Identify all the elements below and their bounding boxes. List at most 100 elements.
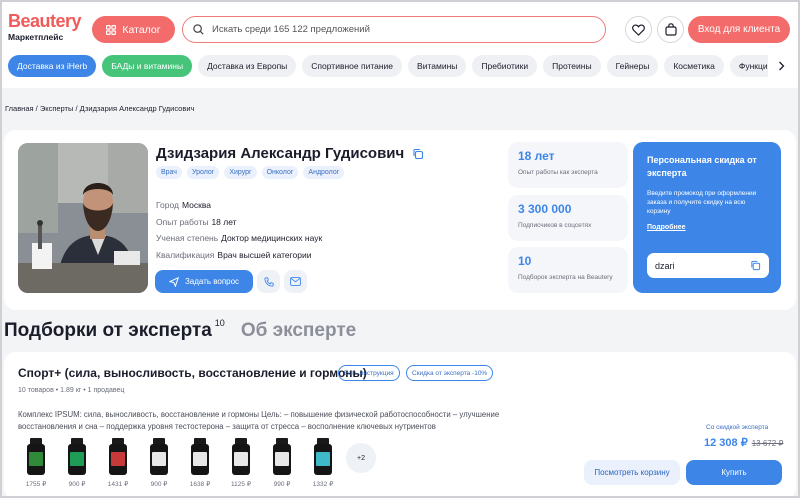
stat-number: 18 лет: [518, 149, 555, 163]
discount-label: Со скидкой эксперта: [706, 424, 769, 431]
copy-icon[interactable]: [412, 148, 424, 160]
stat-label: Опыт работы как эксперта: [518, 169, 598, 176]
detail-key: Город: [156, 200, 179, 210]
logo-name: Beautery: [8, 11, 82, 31]
product-bottle-image: [68, 438, 86, 475]
product-thumb[interactable]: 990 ₽: [268, 438, 296, 488]
stat-number: 3 300 000: [518, 202, 572, 216]
detail-row: Опыт работы 18 лет: [156, 214, 322, 231]
heart-icon: [632, 23, 645, 36]
product-price: 1755 ₽: [25, 481, 47, 488]
tab-about[interactable]: Об эксперте: [241, 320, 356, 342]
product-price: 900 ₽: [68, 481, 86, 488]
promo-code-field[interactable]: dzari: [647, 253, 769, 278]
send-icon: [168, 276, 179, 287]
detail-row: Ученая степень Доктор медицинских наук: [156, 230, 322, 247]
mail-icon: [290, 277, 301, 286]
product-price: 900 ₽: [150, 481, 168, 488]
promo-description: Введите промокод при оформлении заказа и…: [647, 190, 757, 215]
copy-icon[interactable]: [750, 260, 761, 271]
product-thumb[interactable]: 900 ₽: [145, 438, 173, 488]
product-bottle-image: [150, 438, 168, 475]
collection-card: Спорт+ (сила, выносливость, восстановлен…: [4, 352, 796, 498]
ask-question-button[interactable]: Задать вопрос: [155, 270, 253, 293]
category-chip[interactable]: Спортивное питание: [302, 55, 403, 77]
product-price: 1332 ₽: [312, 481, 334, 488]
expert-tag: Врач: [156, 166, 182, 179]
product-thumb[interactable]: 1332 ₽: [309, 438, 337, 488]
detail-value: 18 лет: [211, 216, 237, 227]
stat-collections: 10 Подборок эксперта на Beautery: [508, 247, 628, 293]
grid-icon: [106, 24, 117, 35]
stat-label: Подписчиков в соцсетях: [518, 222, 592, 229]
detail-row: Город Москва: [156, 197, 322, 214]
promo-more-link[interactable]: Подробнее: [647, 224, 767, 231]
expert-details: Город Москва Опыт работы 18 лет Ученая сте…: [156, 197, 322, 264]
more-products-button[interactable]: +2: [346, 443, 376, 473]
promo-code: dzari: [655, 260, 675, 271]
expert-tag: Онколог: [261, 166, 299, 179]
bag-icon: [664, 23, 677, 36]
breadcrumb-home[interactable]: Главная: [5, 104, 34, 113]
call-button[interactable]: [257, 270, 280, 293]
tab-collections[interactable]: Подборки от эксперта 10: [4, 318, 225, 342]
collection-price: 12 308 ₽13 672 ₽: [704, 436, 783, 449]
catalog-button[interactable]: Каталог: [92, 16, 175, 43]
expert-tag: Андролог: [303, 166, 345, 179]
category-chips: Доставка из iHerb БАДы и витамины Достав…: [8, 55, 768, 77]
product-price: 1125 ₽: [231, 481, 251, 488]
view-cart-button[interactable]: Посмотреть корзину: [584, 460, 680, 485]
cart-button[interactable]: [657, 16, 684, 43]
promo-title: Персональная скидка от эксперта: [647, 155, 757, 178]
expert-tag: Хирург: [224, 166, 257, 179]
expert-name-text: Дзидзария Александр Гудисович: [156, 145, 405, 162]
product-bottle-image: [232, 438, 250, 475]
chips-scroll-right[interactable]: [770, 55, 792, 77]
collection-description: Комплекс IPSUM: сила, выносливость, восс…: [18, 410, 500, 431]
tab-collections-count: 10: [214, 318, 225, 328]
breadcrumb-current: Дзидзария Александр Гудисович: [79, 104, 195, 113]
ask-question-label: Задать вопрос: [184, 277, 240, 286]
category-chip[interactable]: Гейнеры: [606, 55, 659, 77]
product-thumb[interactable]: 1755 ₽: [22, 438, 50, 488]
discount-badge: Скидка от эксперта -10%: [406, 365, 494, 381]
chevron-right-icon: [778, 61, 784, 71]
product-thumb[interactable]: 900 ₽: [63, 438, 91, 488]
search-input[interactable]: [212, 24, 572, 35]
category-chip[interactable]: Косметика: [664, 55, 724, 77]
favorites-button[interactable]: [625, 16, 652, 43]
message-button[interactable]: [284, 270, 307, 293]
expert-tabs: Подборки от эксперта 10 Об эксперте: [4, 318, 356, 342]
product-price: 990 ₽: [273, 481, 291, 488]
product-thumb[interactable]: 1638 ₽: [186, 438, 214, 488]
product-thumb[interactable]: 1431 ₽: [104, 438, 132, 488]
category-chip[interactable]: Пребиотики: [472, 55, 538, 77]
category-chip[interactable]: БАДы и витамины: [102, 55, 193, 77]
search-bar[interactable]: [182, 16, 606, 43]
stat-experience: 18 лет Опыт работы как эксперта: [508, 142, 628, 188]
personal-discount-card: Персональная скидка от эксперта Введите …: [633, 142, 781, 293]
detail-key: Ученая степень: [156, 233, 219, 244]
tab-collections-label: Подборки от эксперта: [4, 320, 212, 341]
login-button[interactable]: Вход для клиента: [688, 16, 790, 43]
category-chip[interactable]: Доставка из iHerb: [8, 55, 97, 77]
logo[interactable]: Beautery Маркетплейс: [8, 11, 82, 42]
instruction-badge: Есть инструкция: [338, 365, 400, 381]
product-thumb[interactable]: 1125 ₽: [227, 438, 255, 488]
breadcrumb-experts[interactable]: Эксперты: [40, 104, 74, 113]
detail-key: Опыт работы: [156, 216, 209, 227]
product-list: 1755 ₽ 900 ₽ 1431 ₽ 900 ₽ 1638 ₽ 1125 ₽ 990 ₽ 1…: [22, 438, 337, 488]
detail-value: Врач высшей категории: [217, 250, 312, 261]
detail-row: Квалификация Врач высшей категории: [156, 247, 322, 264]
category-chip[interactable]: Доставка из Европы: [198, 55, 297, 77]
phone-icon: [263, 276, 274, 287]
category-chip[interactable]: Витамины: [408, 55, 467, 77]
search-icon: [193, 24, 204, 35]
product-bottle-image: [27, 438, 45, 475]
breadcrumb: Главная / Эксперты / Дзидзария Александр…: [5, 104, 194, 113]
category-chip[interactable]: Протеины: [543, 55, 601, 77]
category-chip[interactable]: Функциональное пи: [729, 55, 768, 77]
buy-button[interactable]: Купить: [686, 460, 782, 485]
collection-title[interactable]: Спорт+ (сила, выносливость, восстановлен…: [18, 366, 367, 380]
old-price: 13 672 ₽: [751, 439, 784, 448]
